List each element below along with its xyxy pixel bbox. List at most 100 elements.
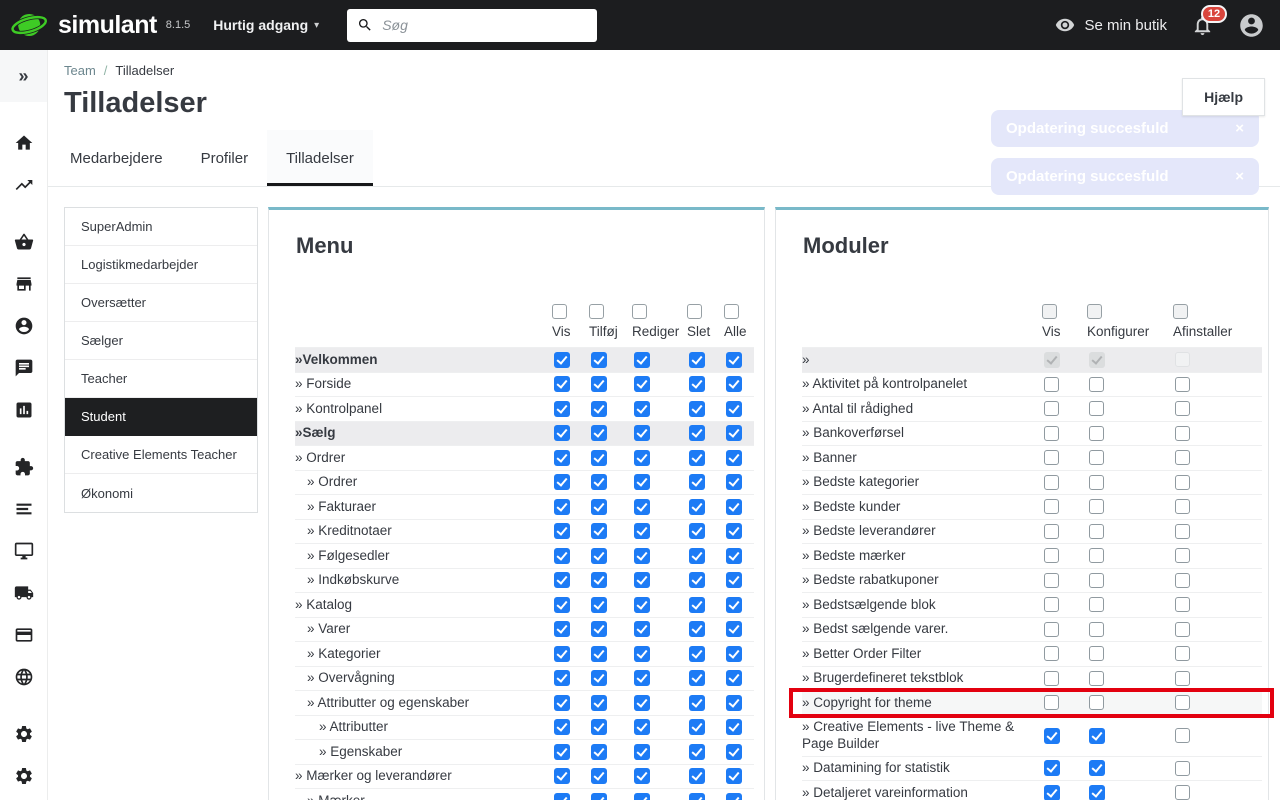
tilfoj-checkbox[interactable] [591, 401, 607, 417]
vis-checkbox[interactable] [554, 768, 570, 784]
slet-checkbox[interactable] [689, 450, 705, 466]
vis-checkbox[interactable] [1044, 573, 1059, 588]
tilfoj-checkbox[interactable] [591, 523, 607, 539]
afinstaller-checkbox[interactable] [1175, 377, 1190, 392]
vis-checkbox[interactable] [1044, 401, 1059, 416]
sidebar-item-gear-advanced[interactable] [0, 755, 47, 797]
rediger-checkbox[interactable] [634, 548, 650, 564]
slet-checkbox[interactable] [689, 425, 705, 441]
afinstaller-checkbox[interactable] [1175, 622, 1190, 637]
vis-checkbox[interactable] [1044, 377, 1059, 392]
vis-checkbox[interactable] [554, 352, 570, 368]
toast-close-icon[interactable]: × [1235, 168, 1244, 185]
konfigurer-checkbox[interactable] [1089, 573, 1104, 588]
rediger-checkbox[interactable] [634, 670, 650, 686]
alle-checkbox[interactable] [726, 793, 742, 800]
vis-checkbox[interactable] [1044, 622, 1059, 637]
tilfoj-checkbox[interactable] [591, 597, 607, 613]
rediger-checkbox[interactable] [634, 376, 650, 392]
select-all-slet-checkbox[interactable] [687, 304, 702, 319]
konfigurer-checkbox[interactable] [1089, 760, 1105, 776]
afinstaller-checkbox[interactable] [1175, 548, 1190, 563]
slet-checkbox[interactable] [689, 499, 705, 515]
konfigurer-checkbox[interactable] [1089, 426, 1104, 441]
alle-checkbox[interactable] [726, 768, 742, 784]
konfigurer-checkbox[interactable] [1089, 524, 1104, 539]
vis-checkbox[interactable] [554, 793, 570, 800]
afinstaller-checkbox[interactable] [1175, 695, 1190, 710]
afinstaller-checkbox[interactable] [1175, 475, 1190, 490]
tilfoj-checkbox[interactable] [591, 670, 607, 686]
slet-checkbox[interactable] [689, 401, 705, 417]
alle-checkbox[interactable] [726, 376, 742, 392]
brand[interactable]: simulant [0, 7, 157, 43]
konfigurer-checkbox[interactable] [1089, 785, 1105, 800]
slet-checkbox[interactable] [689, 572, 705, 588]
alle-checkbox[interactable] [726, 597, 742, 613]
vis-checkbox[interactable] [1044, 728, 1060, 744]
afinstaller-checkbox[interactable] [1175, 761, 1190, 776]
tilfoj-checkbox[interactable] [591, 499, 607, 515]
rediger-checkbox[interactable] [634, 744, 650, 760]
profile-item-creative-elements-teacher[interactable]: Creative Elements Teacher [65, 436, 257, 474]
vis-checkbox[interactable] [1044, 450, 1059, 465]
vis-checkbox[interactable] [554, 523, 570, 539]
tilfoj-checkbox[interactable] [591, 719, 607, 735]
slet-checkbox[interactable] [689, 768, 705, 784]
sidebar-item-text-lines[interactable] [0, 488, 47, 530]
konfigurer-checkbox[interactable] [1089, 695, 1104, 710]
vis-checkbox[interactable] [554, 744, 570, 760]
sidebar-item-trending-up[interactable] [0, 164, 47, 206]
profile-avatar-button[interactable] [1238, 12, 1265, 39]
select-all-tilfoj-checkbox[interactable] [589, 304, 604, 319]
vis-checkbox[interactable] [1044, 548, 1059, 563]
sidebar-expand-button[interactable]: » [0, 50, 47, 102]
slet-checkbox[interactable] [689, 474, 705, 490]
view-shop-link[interactable]: Se min butik [1055, 15, 1167, 35]
tilfoj-checkbox[interactable] [591, 621, 607, 637]
tab-tilladelser[interactable]: Tilladelser [267, 130, 373, 186]
afinstaller-checkbox[interactable] [1175, 597, 1190, 612]
tilfoj-checkbox[interactable] [591, 793, 607, 800]
rediger-checkbox[interactable] [634, 695, 650, 711]
select-all-alle-checkbox[interactable] [724, 304, 739, 319]
vis-checkbox[interactable] [554, 670, 570, 686]
slet-checkbox[interactable] [689, 352, 705, 368]
sidebar-item-shopping-basket[interactable] [0, 221, 47, 263]
profile-item-teacher[interactable]: Teacher [65, 360, 257, 398]
vis-checkbox[interactable] [554, 401, 570, 417]
select-all-vis-checkbox[interactable] [552, 304, 567, 319]
tilfoj-checkbox[interactable] [591, 376, 607, 392]
rediger-checkbox[interactable] [634, 450, 650, 466]
afinstaller-checkbox[interactable] [1175, 671, 1190, 686]
profile-item-logistikmedarbejder[interactable]: Logistikmedarbejder [65, 246, 257, 284]
slet-checkbox[interactable] [689, 793, 705, 800]
alle-checkbox[interactable] [726, 572, 742, 588]
rediger-checkbox[interactable] [634, 719, 650, 735]
slet-checkbox[interactable] [689, 597, 705, 613]
rediger-checkbox[interactable] [634, 499, 650, 515]
tilfoj-checkbox[interactable] [591, 768, 607, 784]
tab-medarbejdere[interactable]: Medarbejdere [51, 130, 182, 186]
vis-checkbox[interactable] [554, 646, 570, 662]
vis-checkbox[interactable] [1044, 499, 1059, 514]
sidebar-item-home[interactable] [0, 122, 47, 164]
konfigurer-checkbox[interactable] [1089, 475, 1104, 490]
vis-checkbox[interactable] [1044, 597, 1059, 612]
konfigurer-checkbox[interactable] [1089, 597, 1104, 612]
konfigurer-checkbox[interactable] [1089, 646, 1104, 661]
konfigurer-checkbox[interactable] [1089, 499, 1104, 514]
rediger-checkbox[interactable] [634, 474, 650, 490]
slet-checkbox[interactable] [689, 695, 705, 711]
afinstaller-checkbox[interactable] [1175, 450, 1190, 465]
vis-checkbox[interactable] [554, 474, 570, 490]
select-all-rediger-checkbox[interactable] [632, 304, 647, 319]
konfigurer-checkbox[interactable] [1089, 728, 1105, 744]
sidebar-item-storefront[interactable] [0, 263, 47, 305]
sidebar-item-globe[interactable] [0, 656, 47, 698]
slet-checkbox[interactable] [689, 376, 705, 392]
notifications-button[interactable]: 12 [1191, 14, 1214, 37]
profile-item-oversaetter[interactable]: Oversætter [65, 284, 257, 322]
rediger-checkbox[interactable] [634, 352, 650, 368]
alle-checkbox[interactable] [726, 450, 742, 466]
